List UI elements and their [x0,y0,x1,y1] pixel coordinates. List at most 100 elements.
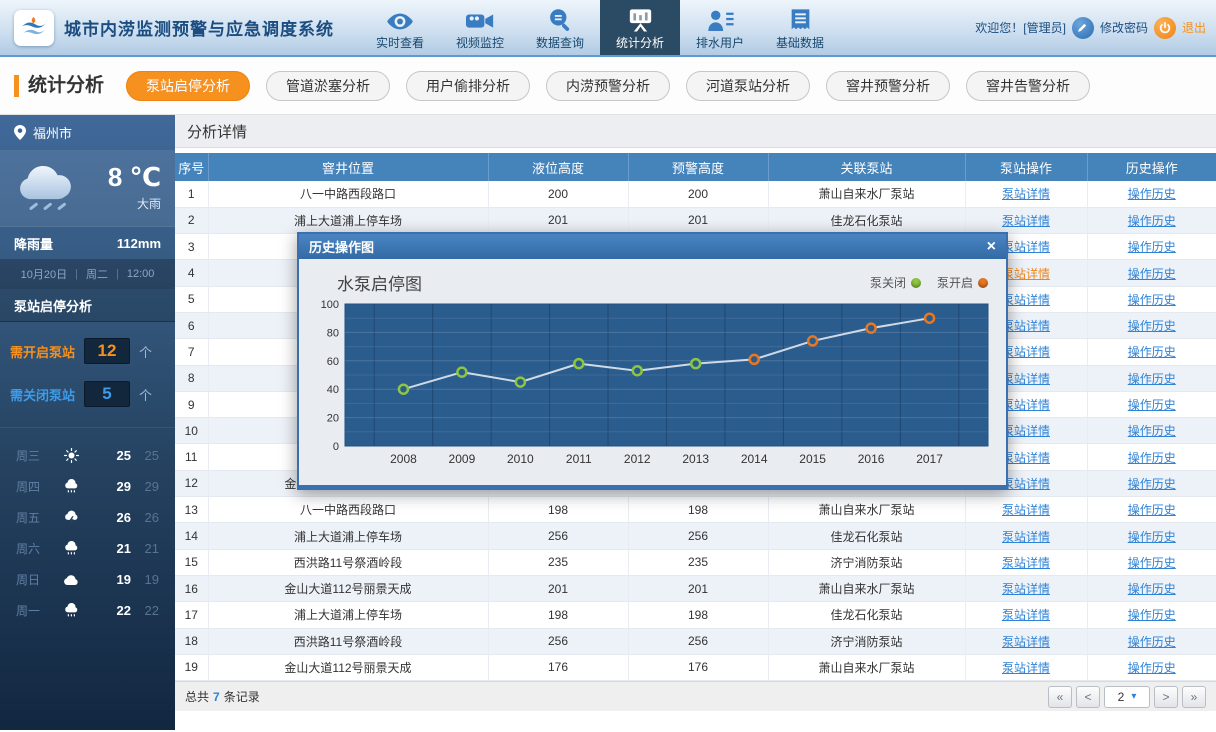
tab-河道泵站分析[interactable]: 河道泵站分析 [686,71,810,101]
pump-detail-link[interactable]: 泵站详情 [1002,608,1050,622]
operation-history-link[interactable]: 操作历史 [1128,319,1176,333]
logout-button[interactable]: 退出 [1182,19,1206,36]
cell-level: 235 [488,549,628,575]
operation-history-link[interactable]: 操作历史 [1128,530,1176,544]
column-header-历史操作: 历史操作 [1087,153,1216,181]
pump-detail-link[interactable]: 泵站详情 [1002,451,1050,465]
stat-unit: 个 [139,385,152,404]
cell-no: 9 [175,391,208,417]
pump-detail-link[interactable]: 泵站详情 [1002,424,1050,438]
operation-history-link[interactable]: 操作历史 [1128,582,1176,596]
operation-history-link[interactable]: 操作历史 [1128,293,1176,307]
operation-history-link[interactable]: 操作历史 [1128,424,1176,438]
pump-detail-link[interactable]: 泵站详情 [1002,556,1050,570]
forecast-high: 25 [107,448,131,463]
tab-窨井预警分析[interactable]: 窨井预警分析 [826,71,950,101]
data-point-2009[interactable] [457,368,466,377]
change-password-button[interactable]: 修改密码 [1100,19,1148,36]
operation-history-link[interactable]: 操作历史 [1128,345,1176,359]
data-point-2017[interactable] [925,314,934,323]
next-page-button[interactable]: > [1154,686,1178,708]
cloud-icon [56,574,86,586]
data-point-2013[interactable] [691,359,700,368]
city-row: 福州市 [0,115,175,150]
data-point-2014[interactable] [750,355,759,364]
operation-history-link[interactable]: 操作历史 [1128,635,1176,649]
last-page-button[interactable]: » [1182,686,1206,708]
pencil-icon[interactable] [1072,17,1094,39]
operation-history-link[interactable]: 操作历史 [1128,608,1176,622]
tab-内涝预警分析[interactable]: 内涝预警分析 [546,71,670,101]
operation-history-link[interactable]: 操作历史 [1128,214,1176,228]
date-text: 10月20日 [21,266,67,282]
pump-detail-link[interactable]: 泵站详情 [1002,477,1050,491]
tab-窨井告警分析[interactable]: 窨井告警分析 [966,71,1090,101]
location-pin-icon [14,125,26,140]
pump-detail-link[interactable]: 泵站详情 [1002,530,1050,544]
operation-history-link[interactable]: 操作历史 [1128,187,1176,201]
eye-icon [386,4,414,32]
total-suffix: 条记录 [224,688,260,705]
main-nav: 实时查看视频监控数据查询统计分析排水用户基础数据 [360,0,840,55]
first-page-button[interactable]: « [1048,686,1072,708]
cell-no: 6 [175,312,208,338]
nav-item-排水用户[interactable]: 排水用户 [680,0,760,55]
pump-detail-link[interactable]: 泵站详情 [1002,319,1050,333]
operation-history-link[interactable]: 操作历史 [1128,451,1176,465]
nav-item-基础数据[interactable]: 基础数据 [760,0,840,55]
tab-用户偷排分析[interactable]: 用户偷排分析 [406,71,530,101]
pump-detail-link[interactable]: 泵站详情 [1002,582,1050,596]
stat-label: 需开启泵站 [10,342,75,361]
data-point-2011[interactable] [574,359,583,368]
nav-item-实时查看[interactable]: 实时查看 [360,0,440,55]
operation-history-link[interactable]: 操作历史 [1128,240,1176,254]
pump-detail-link[interactable]: 泵站详情 [1002,661,1050,675]
data-point-2016[interactable] [867,324,876,333]
close-icon[interactable]: × [987,239,996,255]
table-row: 14浦上大道浦上停车场256256佳龙石化泵站泵站详情操作历史 [175,523,1216,549]
pump-detail-link[interactable]: 泵站详情 [1002,345,1050,359]
modal-titlebar[interactable]: 历史操作图 × [299,234,1006,259]
power-icon[interactable] [1154,17,1176,39]
tab-泵站启停分析[interactable]: 泵站启停分析 [126,71,250,101]
pump-detail-link[interactable]: 泵站详情 [1002,214,1050,228]
pump-detail-link[interactable]: 泵站详情 [1002,293,1050,307]
legend-item-open: 泵开启 [937,274,988,291]
nav-item-统计分析[interactable]: 统计分析 [600,0,680,55]
prev-page-button[interactable]: < [1076,686,1100,708]
operation-history-link[interactable]: 操作历史 [1128,477,1176,491]
data-point-2010[interactable] [516,378,525,387]
pump-detail-link[interactable]: 泵站详情 [1002,372,1050,386]
cell-location: 金山大道112号丽景天成 [208,654,488,680]
cell-location: 浦上大道浦上停车场 [208,602,488,628]
pump-detail-link[interactable]: 泵站详情 [1002,635,1050,649]
table-footer: 总共 7 条记录 « < 2 ▾ > » [175,681,1216,711]
cell-warn: 256 [628,523,768,549]
data-point-2008[interactable] [399,385,408,394]
page-select[interactable]: 2 ▾ [1104,686,1150,708]
nav-item-数据查询[interactable]: 数据查询 [520,0,600,55]
legend-item-closed: 泵关闭 [870,274,921,291]
forecast-low: 21 [131,541,159,556]
operation-history-link[interactable]: 操作历史 [1128,556,1176,570]
pump-detail-link[interactable]: 泵站详情 [1002,267,1050,281]
operation-history-link[interactable]: 操作历史 [1128,661,1176,675]
chart-legend: 泵关闭泵开启 [870,274,988,291]
cell-station: 济宁消防泵站 [768,628,965,654]
rainfall-row: 降雨量 112mm [0,226,175,259]
operation-history-link[interactable]: 操作历史 [1128,372,1176,386]
pump-detail-link[interactable]: 泵站详情 [1002,503,1050,517]
pump-detail-link[interactable]: 泵站详情 [1002,187,1050,201]
nav-item-视频监控[interactable]: 视频监控 [440,0,520,55]
data-point-2015[interactable] [808,336,817,345]
operation-history-link[interactable]: 操作历史 [1128,503,1176,517]
cell-no: 2 [175,207,208,233]
data-point-2012[interactable] [633,366,642,375]
pump-detail-link[interactable]: 泵站详情 [1002,240,1050,254]
operation-history-link[interactable]: 操作历史 [1128,267,1176,281]
pump-stats: 需开启泵站12个需关闭泵站5个 [0,322,175,428]
pump-detail-link[interactable]: 泵站详情 [1002,398,1050,412]
svg-text:40: 40 [327,384,339,396]
tab-管道淤塞分析[interactable]: 管道淤塞分析 [266,71,390,101]
operation-history-link[interactable]: 操作历史 [1128,398,1176,412]
